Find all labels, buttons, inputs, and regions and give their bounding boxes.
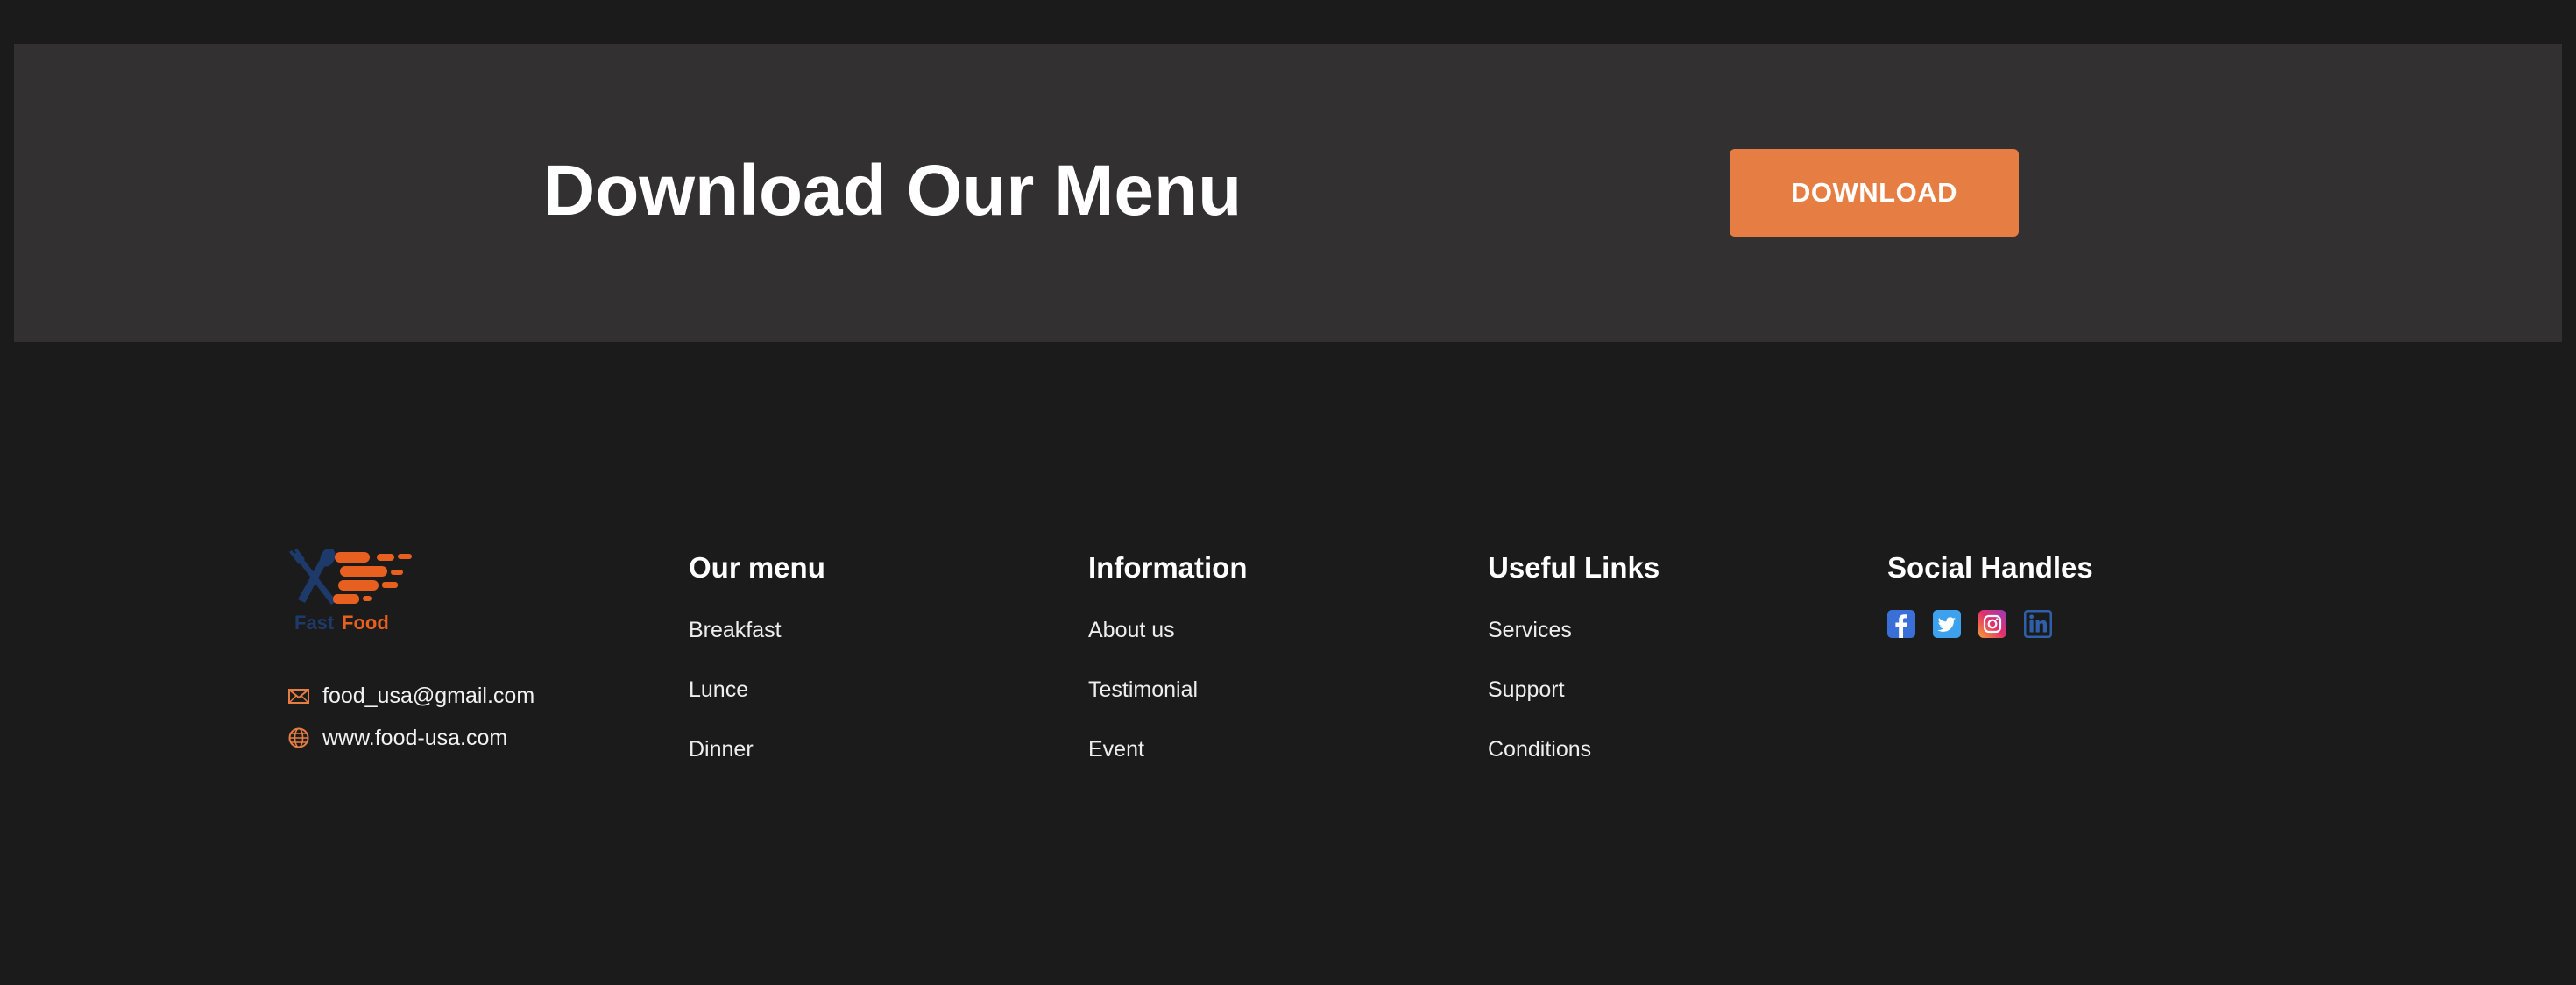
column-heading-information: Information xyxy=(1088,551,1248,584)
contact-email[interactable]: food_usa@gmail.com xyxy=(287,681,534,711)
social-icons xyxy=(1887,610,2070,638)
footer-column-social: Social Handles xyxy=(1887,549,2238,587)
fork-knife-logo-icon: Fast Food xyxy=(289,548,412,634)
facebook-icon[interactable] xyxy=(1887,610,1915,638)
menu-link-lunce[interactable]: Lunce xyxy=(689,675,748,705)
instagram-icon[interactable] xyxy=(1978,610,2006,638)
info-link-about-us[interactable]: About us xyxy=(1088,615,1175,645)
info-link-event[interactable]: Event xyxy=(1088,734,1144,764)
info-link-testimonial[interactable]: Testimonial xyxy=(1088,675,1198,705)
linkedin-icon[interactable] xyxy=(2024,610,2052,638)
svg-text:Food: Food xyxy=(342,612,389,634)
download-banner xyxy=(14,44,2562,342)
banner-title: Download Our Menu xyxy=(543,151,1242,230)
footer-column-our-menu: Our menu Breakfast Lunce Dinner xyxy=(689,549,1039,762)
email-text: food_usa@gmail.com xyxy=(322,683,535,708)
globe-icon xyxy=(287,726,310,749)
twitter-icon[interactable] xyxy=(1933,610,1961,638)
contact-website[interactable]: www.food-usa.com xyxy=(287,723,507,753)
column-heading-social-handles: Social Handles xyxy=(1887,551,2093,584)
menu-link-breakfast[interactable]: Breakfast xyxy=(689,615,782,645)
useful-link-support[interactable]: Support xyxy=(1488,675,1565,705)
column-heading-useful-links: Useful Links xyxy=(1488,551,1660,584)
fast-food-logo[interactable]: Fast Food xyxy=(286,548,417,645)
useful-link-conditions[interactable]: Conditions xyxy=(1488,734,1591,764)
website-text: www.food-usa.com xyxy=(322,725,508,750)
download-button[interactable]: DOWNLOAD xyxy=(1730,149,2019,237)
column-heading-our-menu: Our menu xyxy=(689,551,825,584)
footer-column-useful-links: Useful Links Services Support Conditions xyxy=(1488,549,1838,762)
menu-link-dinner[interactable]: Dinner xyxy=(689,734,754,764)
useful-link-services[interactable]: Services xyxy=(1488,615,1572,645)
footer-column-information: Information About us Testimonial Event xyxy=(1088,549,1439,762)
svg-text:Fast: Fast xyxy=(294,612,335,634)
mail-icon xyxy=(287,684,310,707)
